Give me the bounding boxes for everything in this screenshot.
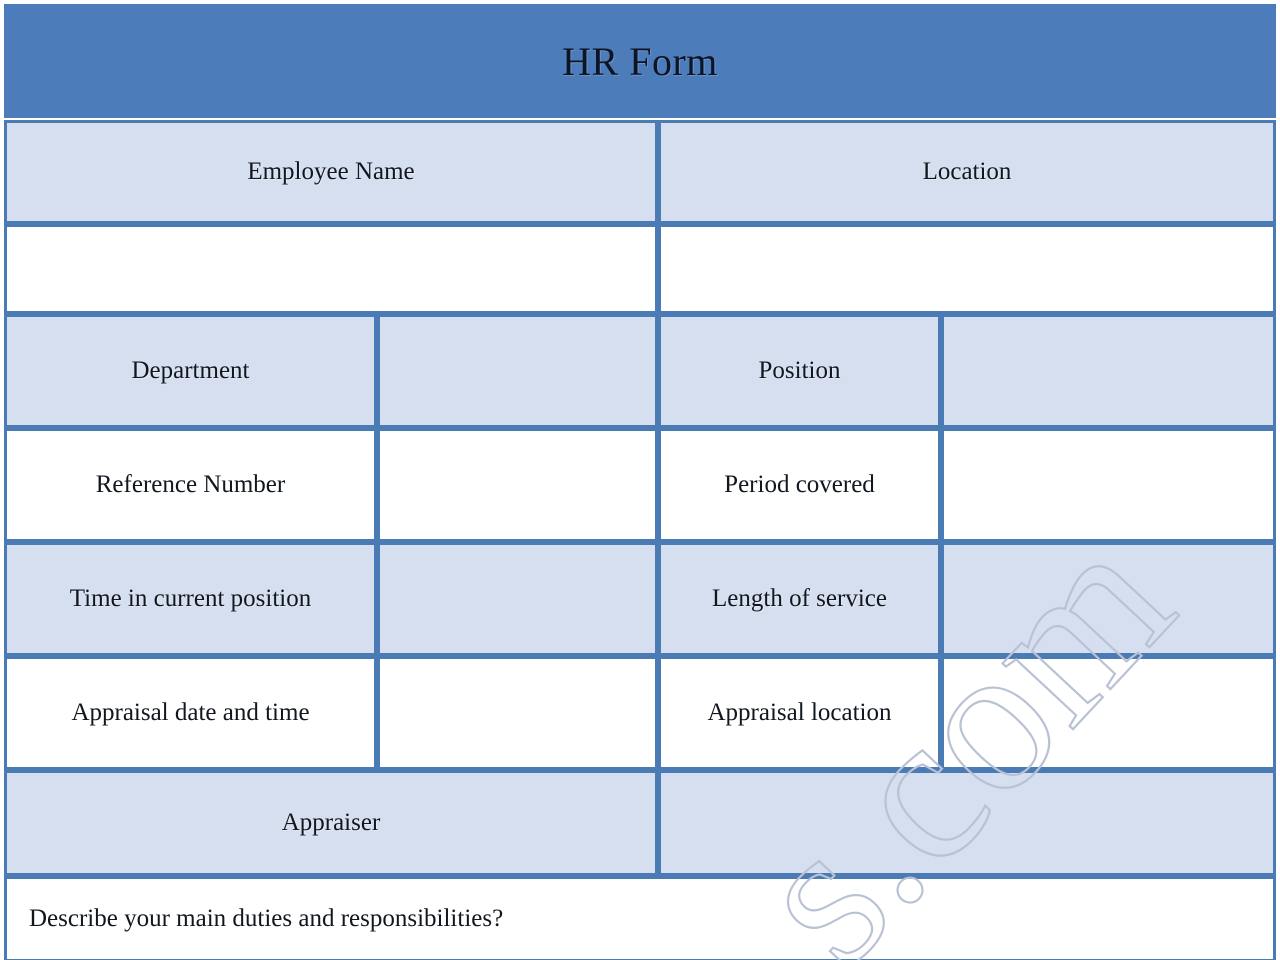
table-row: Employee Name Location <box>4 120 1277 224</box>
label-length-of-service: Length of service <box>658 542 941 656</box>
table-row: Describe your main duties and responsibi… <box>4 876 1277 960</box>
input-period-covered[interactable] <box>941 428 1277 542</box>
label-reference-number: Reference Number <box>4 428 377 542</box>
label-appraiser: Appraiser <box>4 770 658 876</box>
question-main-duties: Describe your main duties and responsibi… <box>4 876 1277 960</box>
label-location: Location <box>658 120 1277 224</box>
input-appraisal-location[interactable] <box>941 656 1277 770</box>
table-row <box>4 224 1277 314</box>
page-title: HR Form <box>562 38 718 84</box>
label-position: Position <box>658 314 941 428</box>
input-appraisal-date-and-time[interactable] <box>377 656 658 770</box>
input-time-in-current-position[interactable] <box>377 542 658 656</box>
input-appraiser[interactable] <box>658 770 1277 876</box>
label-department: Department <box>4 314 377 428</box>
label-appraisal-date-and-time: Appraisal date and time <box>4 656 377 770</box>
table-row: Appraisal date and time Appraisal locati… <box>4 656 1277 770</box>
hr-form-table: Employee Name Location Department Positi… <box>4 120 1277 960</box>
label-period-covered: Period covered <box>658 428 941 542</box>
table-row: Time in current position Length of servi… <box>4 542 1277 656</box>
form-title-band: HR Form <box>4 4 1276 118</box>
table-row: Department Position <box>4 314 1277 428</box>
label-employee-name: Employee Name <box>4 120 658 224</box>
input-length-of-service[interactable] <box>941 542 1277 656</box>
hr-form-page: s.com HR Form Employee Name Location Dep… <box>0 0 1280 960</box>
label-appraisal-location: Appraisal location <box>658 656 941 770</box>
input-location[interactable] <box>658 224 1277 314</box>
input-department[interactable] <box>377 314 658 428</box>
input-position[interactable] <box>941 314 1277 428</box>
input-employee-name[interactable] <box>4 224 658 314</box>
label-time-in-current-position: Time in current position <box>4 542 377 656</box>
input-reference-number[interactable] <box>377 428 658 542</box>
table-row: Appraiser <box>4 770 1277 876</box>
table-row: Reference Number Period covered <box>4 428 1277 542</box>
